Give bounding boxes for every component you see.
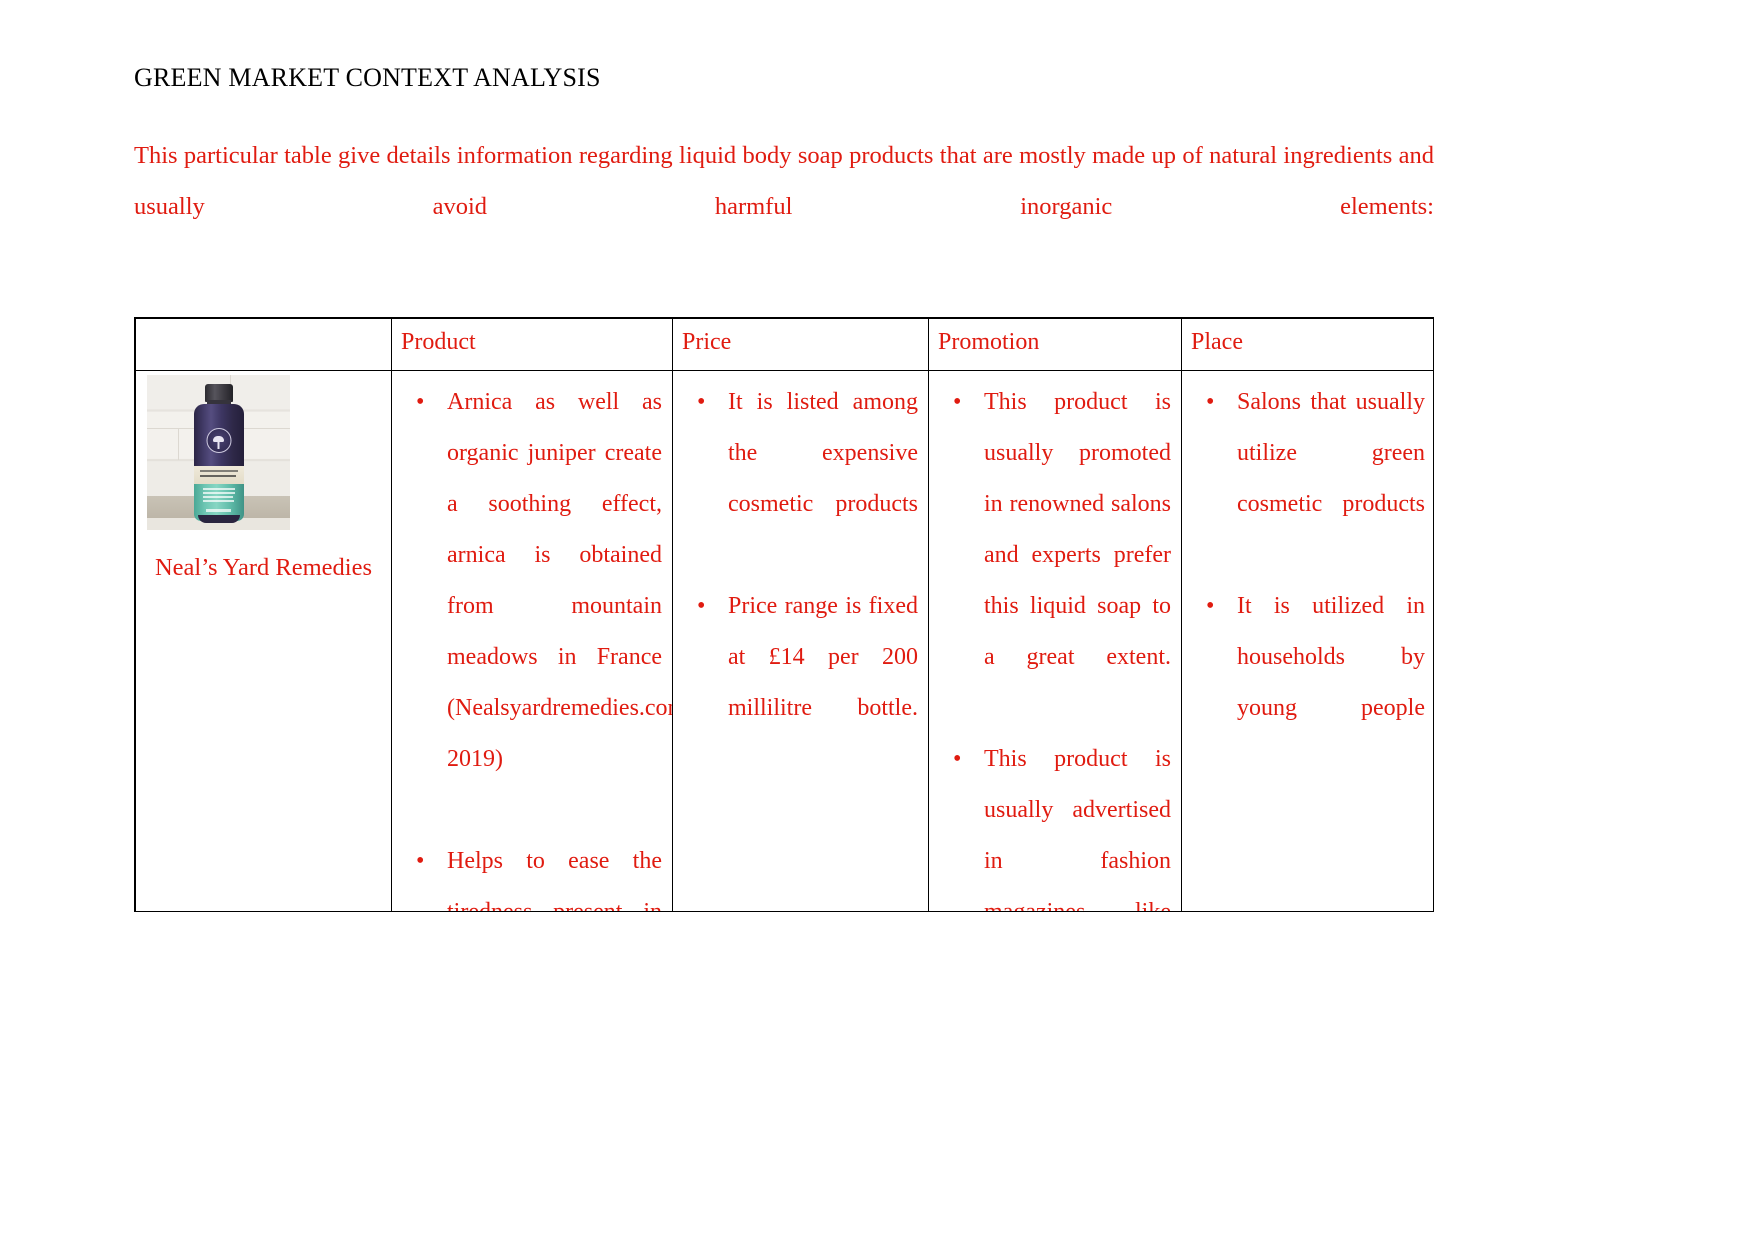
list-item-text: This product is usually advertised in fa… [984,746,1171,912]
bullet-icon: • [697,593,706,619]
header-cell-promotion: Promotion [928,318,1182,371]
bullet-icon: • [953,389,962,415]
list-item: • Arnica as well as organic juniper crea… [406,377,673,836]
header-label-promotion: Promotion [938,329,1040,355]
brand-seal-logo [206,428,231,453]
product-bullet-list: • Arnica as well as organic juniper crea… [393,372,673,912]
cell-product-image: Neal’s Yard Remedies [135,370,392,911]
price-bullet-list: • It is listed among the expensive cosme… [674,372,928,786]
product-photo [147,375,290,530]
cell-product: • Arnica as well as organic juniper crea… [391,370,673,912]
list-item-text: Price range is fixed at £14 per 200 mill… [728,593,918,721]
list-item: • This product is usually promoted in re… [943,377,1171,734]
place-bullet-list: • Salons that usually utilize green cosm… [1183,372,1434,786]
bottle-label-band [193,466,244,484]
header-label-price: Price [682,329,732,355]
list-item-text: It is listed among the expensive cosmeti… [728,389,918,517]
bullet-icon: • [1206,593,1215,619]
header-cell-product: Product [391,318,673,371]
header-cell-image [135,318,392,371]
bullet-icon: • [953,746,962,772]
list-item-text: Arnica as well as organic juniper create… [447,389,673,772]
list-item-text: It is utilized in households by young pe… [1237,593,1425,721]
bottle-base [197,515,240,523]
list-item: • Salons that usually utilize green cosm… [1196,377,1425,581]
cell-price: • It is listed among the expensive cosme… [672,370,929,911]
list-item-text: This product is usually promoted in reno… [984,389,1171,670]
document-page: GREEN MARKET CONTEXT ANALYSIS This parti… [0,0,1754,1241]
header-label-place: Place [1191,329,1243,355]
intro-paragraph: This particular table give details infor… [134,142,1434,220]
list-item-text: Salons that usually utilize green cosmet… [1237,389,1425,517]
tile-seam [178,427,180,461]
shower-gel-bottle [193,384,245,523]
list-item: • Helps to ease the tiredness present in… [406,836,662,912]
marketing-mix-table: Product Price Promotion Place Neal’s Yar… [134,317,1434,912]
list-item: • It is listed among the expensive cosme… [687,377,918,581]
cell-promotion: • This product is usually promoted in re… [928,370,1182,912]
header-label-product: Product [401,329,476,355]
bullet-icon: • [416,848,425,874]
table-header-row: Product Price Promotion Place [135,318,1433,371]
header-cell-price: Price [672,318,929,371]
bullet-icon: • [416,389,425,415]
bullet-icon: • [1206,389,1215,415]
list-item: • This product is usually advertised in … [943,734,1171,912]
list-item-text: Helps to ease the tiredness present in m… [447,848,662,912]
promotion-bullet-list: • This product is usually promoted in re… [930,372,1181,912]
list-item: • It is utilized in households by young … [1196,581,1425,785]
brand-caption: Neal’s Yard Remedies [154,554,373,581]
bullet-icon: • [697,389,706,415]
page-title: GREEN MARKET CONTEXT ANALYSIS [134,63,601,92]
list-item: • Price range is fixed at £14 per 200 mi… [687,581,918,785]
table: Product Price Promotion Place Neal’s Yar… [135,318,1434,912]
header-cell-place: Place [1181,318,1433,371]
table-row: Neal’s Yard Remedies • Arnica as well as… [135,370,1434,912]
cell-place: • Salons that usually utilize green cosm… [1181,370,1434,911]
